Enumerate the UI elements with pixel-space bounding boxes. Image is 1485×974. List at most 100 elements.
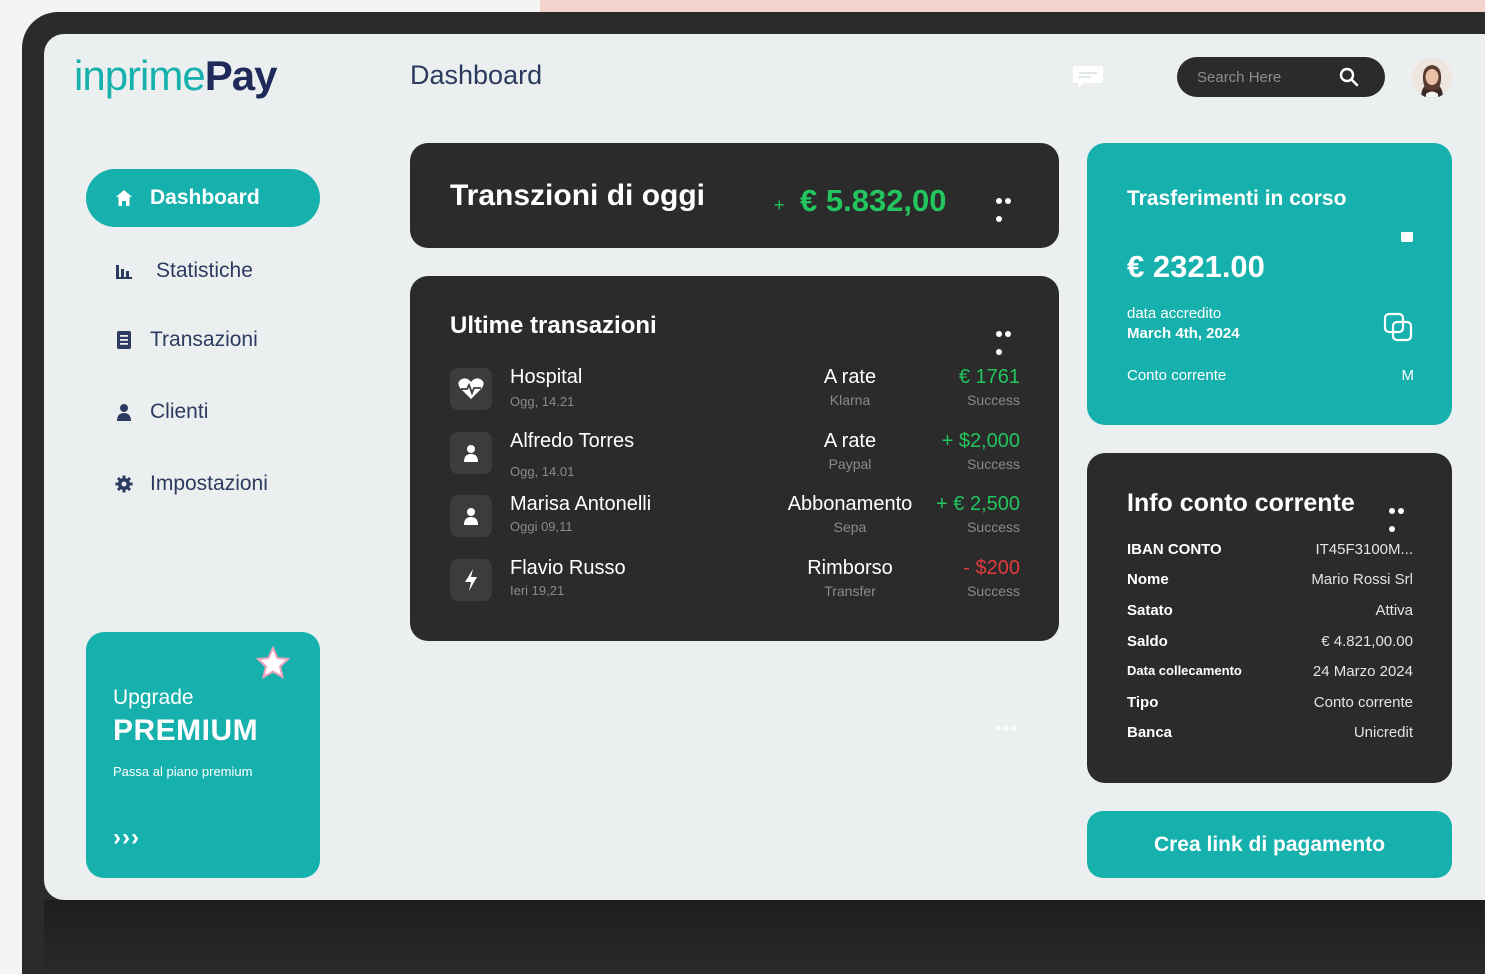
upgrade-description: Passa al piano premium — [113, 764, 253, 779]
search-bar[interactable] — [1177, 57, 1385, 97]
transfers-amount: € 2321.00 — [1127, 249, 1265, 284]
gear-icon — [114, 474, 134, 494]
app-screen: inprimePay Dashboard Dashboard — [44, 34, 1485, 900]
info-row: Data collecamento 24 Marzo 2024 — [1127, 663, 1413, 685]
today-transactions-card: Transzioni di oggi + € 5.832,00 — [410, 143, 1059, 248]
info-key: Nome — [1127, 571, 1169, 588]
info-value: Attiva — [1375, 602, 1413, 619]
info-value: IT45F3100M... — [1315, 541, 1413, 558]
info-value: Unicredit — [1353, 724, 1413, 741]
laptop-keyboard — [44, 900, 1485, 974]
info-value: Conto corrente — [1313, 694, 1413, 711]
transaction-status: Success — [967, 519, 1020, 535]
upgrade-label: Upgrade — [113, 686, 194, 709]
info-row: Nome Mario Rossi Srl — [1127, 571, 1413, 593]
info-row: IBAN CONTO IT45F3100M... — [1127, 541, 1413, 563]
copy-icon[interactable] — [1382, 311, 1414, 343]
page-title: Dashboard — [410, 60, 543, 90]
transaction-type: Rimborso — [807, 557, 893, 579]
sidebar-item-label: Transazioni — [150, 328, 258, 351]
info-row: Saldo € 4.821,00.00 — [1127, 633, 1413, 655]
more-options-icon[interactable] — [996, 191, 1022, 222]
info-key: Data collecamento — [1127, 663, 1242, 678]
transaction-method: Sepa — [833, 519, 867, 535]
sidebar-item-label: Clienti — [150, 400, 209, 423]
info-row: Tipo Conto corrente — [1127, 694, 1413, 716]
more-options-icon[interactable] — [1389, 501, 1415, 532]
transaction-row[interactable]: Marisa Antonelli Oggi 09,11 Abbonamento … — [450, 491, 1020, 541]
info-key: Saldo — [1127, 633, 1168, 650]
transaction-name: Flavio Russo — [510, 557, 626, 579]
transfers-date-label: data accredito — [1127, 305, 1222, 322]
transaction-name: Marisa Antonelli — [510, 493, 652, 515]
transfers-account-tag: M — [1401, 367, 1415, 384]
transaction-time: Ieri 19,21 — [510, 583, 565, 598]
account-info-title: Info conto corrente — [1127, 489, 1355, 517]
transaction-status: Success — [967, 392, 1020, 408]
info-key: Tipo — [1127, 694, 1159, 711]
transaction-time: Ogg, 14.21 — [510, 394, 575, 409]
transaction-row[interactable]: Flavio Russo Ieri 19,21 Rimborso Transfe… — [450, 555, 1020, 605]
recent-transactions-title: Ultime transazioni — [450, 312, 657, 339]
upgrade-plan: PREMIUM — [113, 714, 259, 747]
today-transactions-plus: + — [774, 195, 785, 215]
sidebar-item-statistiche[interactable]: Statistiche — [86, 242, 320, 300]
transaction-method: Klarna — [829, 392, 871, 408]
heart-pulse-icon — [450, 368, 492, 410]
transfers-account: Conto corrente — [1127, 367, 1227, 384]
search-input[interactable] — [1197, 66, 1337, 88]
transfers-date-value: March 4th, 2024 — [1127, 325, 1240, 342]
user-icon — [450, 495, 492, 537]
transaction-time: Ogg, 14.01 — [510, 464, 575, 479]
info-row: Satato Attiva — [1127, 602, 1413, 624]
upgrade-card[interactable]: Upgrade PREMIUM Passa al piano premium ›… — [86, 632, 320, 878]
star-icon — [255, 646, 291, 680]
recent-transactions-card: Ultime transazioni Hospital Ogg, 14.21 A… — [410, 276, 1059, 641]
avatar[interactable] — [1412, 58, 1452, 98]
tag-icon — [1401, 232, 1413, 242]
sidebar-item-clienti[interactable]: Clienti — [86, 383, 320, 441]
sidebar-item-label: Impostazioni — [150, 472, 268, 495]
create-payment-link-button[interactable]: Crea link di pagamento — [1087, 811, 1452, 878]
more-options-icon[interactable] — [996, 324, 1022, 355]
sidebar-item-label: Statistiche — [156, 259, 253, 282]
user-icon — [114, 402, 134, 422]
transaction-name: Hospital — [510, 366, 583, 388]
transaction-status: Success — [967, 456, 1020, 472]
today-transactions-title: Transzioni di oggi — [450, 179, 705, 212]
info-value: Mario Rossi Srl — [1311, 571, 1413, 588]
lightning-icon — [450, 559, 492, 601]
info-value: € 4.821,00.00 — [1321, 633, 1413, 650]
brand-logo[interactable]: inprimePay — [74, 52, 278, 100]
chat-icon[interactable] — [1072, 64, 1104, 90]
transaction-type: A rate — [823, 366, 877, 388]
info-key: Banca — [1127, 724, 1173, 741]
info-value: 24 Marzo 2024 — [1312, 663, 1413, 680]
faint-more-options-icon — [996, 718, 1020, 736]
upgrade-arrows-button[interactable]: ››› — [113, 824, 140, 852]
transaction-row[interactable]: Alfredo Torres Ogg, 14.01 A rate Paypal … — [450, 428, 1020, 479]
today-transactions-amount: € 5.832,00 — [800, 183, 947, 218]
account-info-card: Info conto corrente IBAN CONTO IT45F3100… — [1087, 453, 1452, 783]
document-icon — [114, 330, 134, 350]
bar-chart-icon — [114, 261, 134, 281]
transaction-status: Success — [967, 583, 1020, 599]
avatar-image — [1412, 58, 1452, 98]
transaction-row[interactable]: Hospital Ogg, 14.21 A rate Klarna € 1761… — [450, 364, 1020, 414]
home-icon — [114, 188, 134, 208]
brand-logo-part1: inprime — [74, 52, 206, 99]
sidebar-item-dashboard[interactable]: Dashboard — [86, 169, 320, 227]
transaction-time: Oggi 09,11 — [510, 519, 573, 534]
sidebar-item-impostazioni[interactable]: Impostazioni — [86, 455, 320, 513]
transaction-amount: € 1761 — [958, 366, 1020, 388]
transaction-amount: - $200 — [963, 557, 1020, 579]
transfers-title: Trasferimenti in corso — [1127, 187, 1347, 210]
transfers-card: Trasferimenti in corso € 2321.00 data ac… — [1087, 143, 1452, 425]
search-icon[interactable] — [1339, 67, 1359, 87]
sidebar-item-transazioni[interactable]: Transazioni — [86, 311, 320, 369]
brand-logo-part2: Pay — [204, 52, 278, 99]
transaction-method: Transfer — [824, 583, 876, 599]
info-row: Banca Unicredit — [1127, 724, 1413, 746]
transaction-method: Paypal — [828, 456, 872, 472]
transaction-amount: + € 2,500 — [936, 493, 1020, 515]
